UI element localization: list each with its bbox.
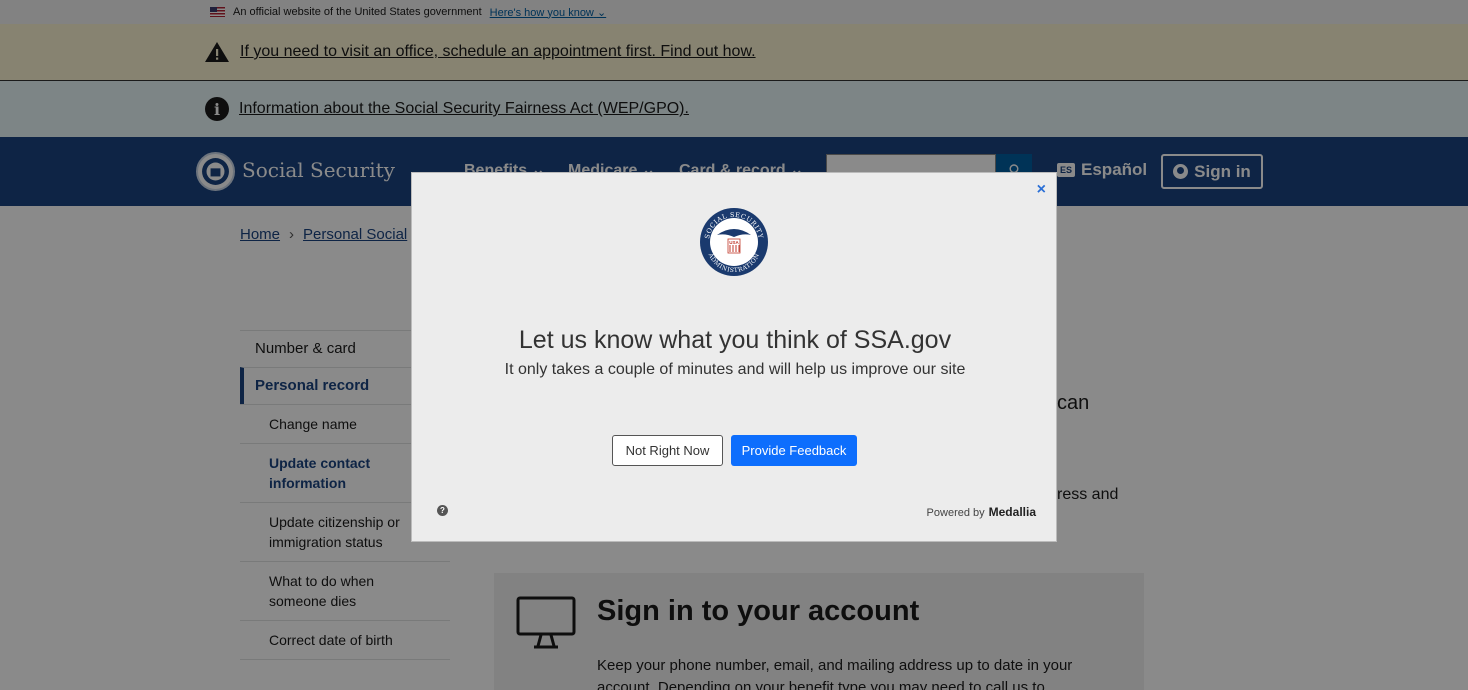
ssa-seal-icon: SOCIAL SECURITY ADMINISTRATION USA — [700, 208, 768, 276]
close-icon[interactable]: × — [1037, 181, 1046, 199]
feedback-modal: × SOCIAL SECURITY ADMINISTRATION USA Let… — [411, 172, 1057, 542]
medallia-logo: Medallia — [988, 505, 1036, 519]
help-icon[interactable]: ? — [437, 505, 448, 516]
powered-by-medallia: Powered by Medallia — [927, 505, 1036, 519]
not-right-now-button[interactable]: Not Right Now — [612, 435, 723, 466]
svg-text:USA: USA — [729, 240, 739, 245]
powered-by-label: Powered by — [926, 507, 985, 519]
provide-feedback-button[interactable]: Provide Feedback — [731, 435, 857, 466]
modal-title: Let us know what you think of SSA.gov — [518, 326, 952, 354]
modal-subtitle: It only takes a couple of minutes and wi… — [504, 361, 966, 378]
